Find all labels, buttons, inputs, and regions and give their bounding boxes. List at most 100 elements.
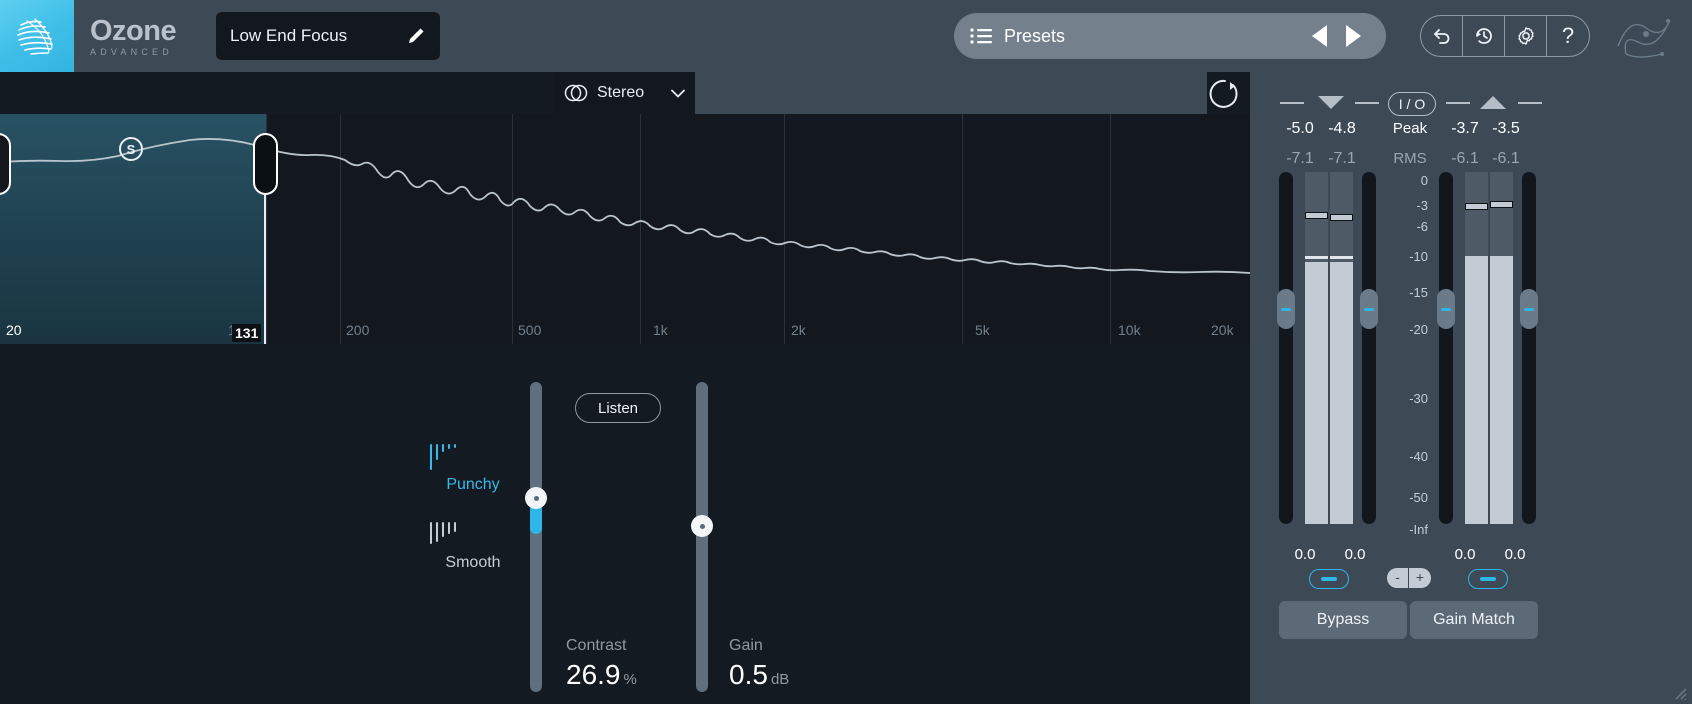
output-gain-value-right: 0.0 <box>1504 546 1526 563</box>
output-gain-track-right[interactable] <box>1520 172 1538 524</box>
input-gain-track-left[interactable] <box>1277 172 1295 524</box>
output-gain-track-left[interactable] <box>1437 172 1455 524</box>
input-link-toggle[interactable] <box>1309 569 1349 589</box>
mode-selector: Punchy Smooth <box>418 444 528 600</box>
meter-dash-right-1 <box>1446 102 1470 104</box>
mode-label-smooth: Smooth <box>445 554 501 571</box>
bypass-button[interactable]: Bypass <box>1279 601 1407 639</box>
scale-minus10: -10 <box>1409 249 1428 264</box>
solo-badge[interactable]: S <box>119 137 143 161</box>
input-peak-right: -4.8 <box>1328 120 1356 137</box>
brand-edition: ADVANCED <box>90 46 173 57</box>
punchy-bars-icon <box>418 444 528 470</box>
resize-grip-icon[interactable] <box>1671 684 1687 700</box>
input-meter-fill-right <box>1330 262 1353 524</box>
contrast-number: 26.9 <box>566 659 621 690</box>
help-button[interactable]: ? <box>1547 16 1589 56</box>
input-rms-right: -7.1 <box>1328 150 1356 167</box>
gain-number: 0.5 <box>729 659 768 690</box>
scale-minus40: -40 <box>1409 449 1428 464</box>
freq-label-20k: 20k <box>1211 322 1234 338</box>
stereo-mode-dropdown[interactable]: Stereo <box>553 72 695 114</box>
settings-button[interactable] <box>1505 16 1547 56</box>
spectrum-display[interactable]: S 20 100 200 500 1k 2k 5k 10k 20k 131 <box>0 114 1250 344</box>
gain-plus-button[interactable]: + <box>1409 568 1431 588</box>
freq-label-20: 20 <box>6 322 22 338</box>
input-gain-thumb-right[interactable] <box>1360 289 1378 329</box>
input-gain-value-left: 0.0 <box>1294 546 1316 563</box>
freq-label-1k: 1k <box>653 322 668 338</box>
input-gain-value-right: 0.0 <box>1344 546 1366 563</box>
preset-prev-button[interactable] <box>1302 19 1336 53</box>
gain-stepper[interactable]: - + <box>1387 568 1431 588</box>
ozone-logo-tile <box>0 0 74 72</box>
ozone-sphere-logo <box>17 18 53 55</box>
output-gain-thumb-right[interactable] <box>1520 289 1538 329</box>
scale-minus50: -50 <box>1409 490 1428 505</box>
crossover-handle[interactable] <box>253 133 278 195</box>
output-gain-thumb-left[interactable] <box>1437 289 1455 329</box>
input-meter-fill-left <box>1305 262 1328 524</box>
module-panel: Stereo S 20 100 200 500 1k 2k <box>0 72 1250 704</box>
output-link-toggle[interactable] <box>1468 569 1508 589</box>
gain-minus-button[interactable]: - <box>1387 568 1409 588</box>
triangle-left-icon <box>1311 25 1327 47</box>
listen-button[interactable]: Listen <box>575 393 661 423</box>
output-peak-right: -3.5 <box>1492 120 1520 137</box>
preset-next-button[interactable] <box>1336 19 1370 53</box>
output-rms-right: -6.1 <box>1492 150 1520 167</box>
freq-label-10k: 10k <box>1118 322 1141 338</box>
rms-row-label: RMS <box>1393 150 1427 167</box>
list-icon <box>970 28 992 44</box>
freq-label-200: 200 <box>346 322 370 338</box>
app-header: Ozone ADVANCED Low End Focus Presets ? <box>0 0 1692 72</box>
history-clock-icon <box>1475 28 1492 44</box>
history-button[interactable] <box>1463 16 1505 56</box>
chevron-down-icon <box>671 89 685 98</box>
stereo-mode-label: Stereo <box>597 84 645 101</box>
scribble-waveform-icon[interactable] <box>1612 12 1676 60</box>
input-meter-rms-tick-left <box>1305 256 1328 259</box>
input-peak-left: -5.0 <box>1286 120 1314 137</box>
scale-minus3: -3 <box>1416 198 1428 213</box>
preset-name-field[interactable]: Low End Focus <box>216 12 440 60</box>
gain-slider-knob[interactable] <box>691 515 713 537</box>
scale-minus6: -6 <box>1416 219 1428 234</box>
input-gain-thumb-left[interactable] <box>1277 289 1295 329</box>
stereo-circles-icon <box>564 84 588 102</box>
contrast-label: Contrast <box>566 637 627 654</box>
contrast-slider-knob[interactable] <box>525 487 547 509</box>
utility-button-group: ? <box>1420 15 1590 57</box>
input-meter-peak-hold-right <box>1330 214 1353 221</box>
undo-button[interactable] <box>1421 16 1463 56</box>
scale-0: 0 <box>1420 173 1428 188</box>
output-rms-left: -6.1 <box>1451 150 1479 167</box>
triangle-right-icon <box>1345 25 1361 47</box>
io-toggle[interactable]: I / O <box>1388 92 1436 116</box>
gain-slider-track[interactable] <box>691 382 713 692</box>
gain-value: 0.5 dB <box>729 659 789 691</box>
preset-name-text: Low End Focus <box>230 26 348 45</box>
mode-option-smooth[interactable]: Smooth <box>418 522 528 572</box>
mode-label-punchy: Punchy <box>446 476 500 493</box>
presets-bar[interactable]: Presets <box>954 13 1386 59</box>
gain-match-button[interactable]: Gain Match <box>1410 601 1538 639</box>
question-mark-icon: ? <box>1561 23 1575 48</box>
scale-minus15: -15 <box>1409 285 1428 300</box>
reset-circle-arrow-icon[interactable] <box>1208 77 1242 111</box>
freq-label-5k: 5k <box>975 322 990 338</box>
input-gain-track-right[interactable] <box>1360 172 1378 524</box>
mode-option-punchy[interactable]: Punchy <box>418 444 528 494</box>
gear-icon <box>1517 27 1534 45</box>
gain-unit: dB <box>770 671 790 688</box>
pencil-icon[interactable] <box>406 26 426 46</box>
strip-left-fill <box>0 72 553 114</box>
contrast-slider-track[interactable] <box>525 382 547 692</box>
undo-arrow-icon <box>1433 29 1449 44</box>
meter-dash-left-2 <box>1355 102 1379 104</box>
module-strip: Stereo <box>0 72 1250 114</box>
output-meter-fill-left <box>1465 256 1488 524</box>
brand-block: Ozone ADVANCED <box>90 16 202 57</box>
smooth-bars-icon <box>418 522 528 548</box>
band-left-edge-handle[interactable] <box>0 133 11 195</box>
